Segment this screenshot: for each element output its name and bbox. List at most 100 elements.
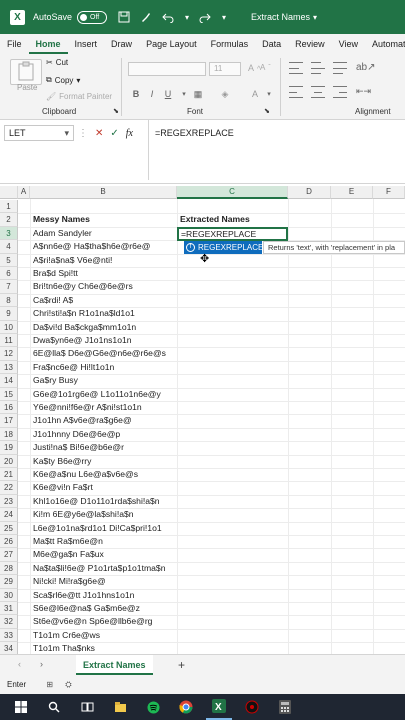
header-messy-names[interactable]: Messy Names (30, 213, 90, 226)
redo-icon[interactable] (195, 0, 215, 34)
scroll-left-icon[interactable]: ‹ (18, 659, 21, 669)
tab-insert[interactable]: Insert (68, 34, 105, 54)
messy-name-cell[interactable]: Ga$ry Busy (30, 374, 78, 387)
messy-name-cell[interactable]: M6e@ga$n Fa$ux (30, 548, 104, 561)
autocomplete-item[interactable]: f REGEXREPLACE (184, 241, 263, 254)
messy-name-cell[interactable]: Adam Sandyler (30, 227, 92, 240)
enter-icon[interactable]: ✓ (110, 128, 118, 139)
row-header[interactable]: 4 (0, 240, 18, 254)
messy-name-cell[interactable]: Fra$nc6e@ Hi!lt1o1n (30, 361, 114, 374)
messy-name-cell[interactable]: St6e@v6e@n Sp6e@llb6e@rg (30, 615, 152, 628)
clipboard-launcher-icon[interactable]: ⬊ (113, 107, 119, 115)
row-header[interactable]: 16 (0, 401, 18, 415)
excel-icon[interactable]: X (206, 694, 232, 720)
calculator-icon[interactable] (272, 694, 298, 720)
messy-name-cell[interactable]: Ka$ty B6e@rry (30, 455, 91, 468)
row-header[interactable]: 33 (0, 628, 18, 643)
underline-button[interactable]: U (161, 88, 175, 101)
align-middle-icon[interactable] (311, 62, 325, 74)
column-header-c[interactable]: C (177, 186, 288, 199)
row-header[interactable]: 6 (0, 267, 18, 281)
align-center-icon[interactable] (311, 86, 325, 98)
font-name-box[interactable] (128, 62, 206, 76)
row-header[interactable]: 29 (0, 575, 18, 589)
tab-formulas[interactable]: Formulas (204, 34, 256, 54)
row-header[interactable]: 19 (0, 441, 18, 455)
row-header[interactable]: 2 (0, 213, 18, 227)
scroll-right-icon[interactable]: › (40, 659, 43, 669)
messy-name-cell[interactable]: Da$vi!d Ba$ckga$mm1o1n (30, 321, 136, 334)
row-header[interactable]: 9 (0, 307, 18, 321)
messy-name-cell[interactable]: K6e@a$nu L6e@a$v6e@s (30, 468, 138, 481)
messy-name-cell[interactable]: Sca$rl6e@tt J1o1hns1o1n (30, 589, 134, 602)
messy-name-cell[interactable]: G6e@1o1rg6e@ L1o11o1n6e@y (30, 388, 161, 401)
insert-function-icon[interactable]: fx (126, 128, 133, 139)
messy-name-cell[interactable]: Bra$d Spi!tt (30, 267, 78, 280)
row-header[interactable]: 32 (0, 615, 18, 629)
tab-review[interactable]: Review (288, 34, 332, 54)
messy-name-cell[interactable]: Ma$tt Ra$m6e@n (30, 535, 103, 548)
font-launcher-icon[interactable]: ⬊ (264, 107, 270, 115)
row-header[interactable]: 18 (0, 427, 18, 442)
row-header[interactable]: 15 (0, 387, 18, 401)
row-header[interactable]: 14 (0, 374, 18, 388)
paintbrush-icon[interactable] (135, 0, 157, 34)
messy-name-cell[interactable]: Chri!sti!a$n R1o1na$ld1o1 (30, 307, 135, 320)
font-size-box[interactable]: 11 (209, 62, 241, 76)
messy-name-cell[interactable]: K6e@vi!n Fa$rt (30, 481, 93, 494)
tab-view[interactable]: View (332, 34, 365, 54)
tab-page-layout[interactable]: Page Layout (139, 34, 204, 54)
messy-name-cell[interactable]: Khl1o16e@ D1o11o1rda$shi!a$n (30, 495, 160, 508)
row-header[interactable]: 17 (0, 414, 18, 428)
column-header-e[interactable]: E (331, 186, 373, 199)
row-header[interactable]: 27 (0, 548, 18, 562)
undo-icon[interactable] (157, 0, 179, 34)
row-header[interactable]: 1 (0, 200, 18, 214)
header-extracted-names[interactable]: Extracted Names (177, 213, 250, 226)
chevron-down-icon[interactable]: ▾ (313, 0, 317, 34)
row-header[interactable]: 24 (0, 508, 18, 522)
row-header[interactable]: 28 (0, 561, 18, 576)
row-header[interactable]: 11 (0, 334, 18, 348)
messy-name-cell[interactable]: Na$ta$li!6e@ P1o1rta$p1o1tma$n (30, 562, 165, 575)
messy-name-cell[interactable]: Y6e@nni!f6e@r A$ni!st1o1n (30, 401, 142, 414)
select-all-button[interactable] (0, 186, 18, 199)
messy-name-cell[interactable]: Ni!cki! Mi!ra$g6e@ (30, 575, 106, 588)
accessibility-icon[interactable]: ⊞ (46, 680, 53, 689)
tab-data[interactable]: Data (255, 34, 288, 54)
messy-name-cell[interactable]: J1o1hn A$v6e@ra$g6e@ (30, 414, 132, 427)
tab-automate[interactable]: Automate (365, 34, 405, 54)
fill-color-icon[interactable]: ◈ (218, 88, 232, 101)
row-header[interactable]: 3 (0, 226, 18, 241)
messy-name-cell[interactable]: Dwa$yn6e@ J1o1ns1o1n (30, 334, 132, 347)
chrome-icon[interactable] (173, 694, 199, 720)
messy-name-cell[interactable]: T1o1m Cr6e@ws (30, 629, 100, 642)
borders-icon[interactable]: ▦ (191, 88, 205, 101)
align-top-icon[interactable] (289, 62, 303, 74)
font-color-dropdown-icon[interactable]: ▾ (262, 88, 276, 101)
format-painter-button[interactable]: 🖌 Format Painter (46, 92, 112, 101)
row-header[interactable]: 20 (0, 454, 18, 468)
italic-button[interactable]: I (145, 88, 159, 101)
active-cell-c3[interactable]: =REGEXREPLACE (177, 227, 288, 241)
macro-icon[interactable]: ⛭ (65, 680, 71, 689)
undo-dropdown-icon[interactable]: ▾ (179, 0, 195, 34)
row-header[interactable]: 5 (0, 253, 18, 267)
row-header[interactable]: 31 (0, 602, 18, 616)
row-header[interactable]: 13 (0, 360, 18, 375)
cancel-icon[interactable]: ✕ (95, 128, 103, 139)
copy-button[interactable]: ⧉ Copy ▾ (46, 75, 80, 85)
tab-draw[interactable]: Draw (104, 34, 139, 54)
paste-button[interactable] (10, 59, 42, 85)
name-box[interactable]: LET ▾ (4, 125, 74, 141)
windows-icon[interactable] (8, 694, 34, 720)
align-left-icon[interactable] (289, 86, 303, 98)
row-header[interactable]: 30 (0, 588, 18, 602)
messy-name-cell[interactable]: 6E@lla$ D6e@G6e@n6e@r6e@s (30, 347, 166, 360)
column-header-b[interactable]: B (30, 186, 177, 199)
column-header-d[interactable]: D (288, 186, 331, 199)
messy-name-cell[interactable]: S6e@l6e@na$ Ga$m6e@z (30, 602, 140, 615)
indent-icon[interactable]: ⇤⇥ (356, 86, 371, 97)
row-header[interactable]: 12 (0, 347, 18, 361)
files-icon[interactable] (107, 694, 133, 720)
